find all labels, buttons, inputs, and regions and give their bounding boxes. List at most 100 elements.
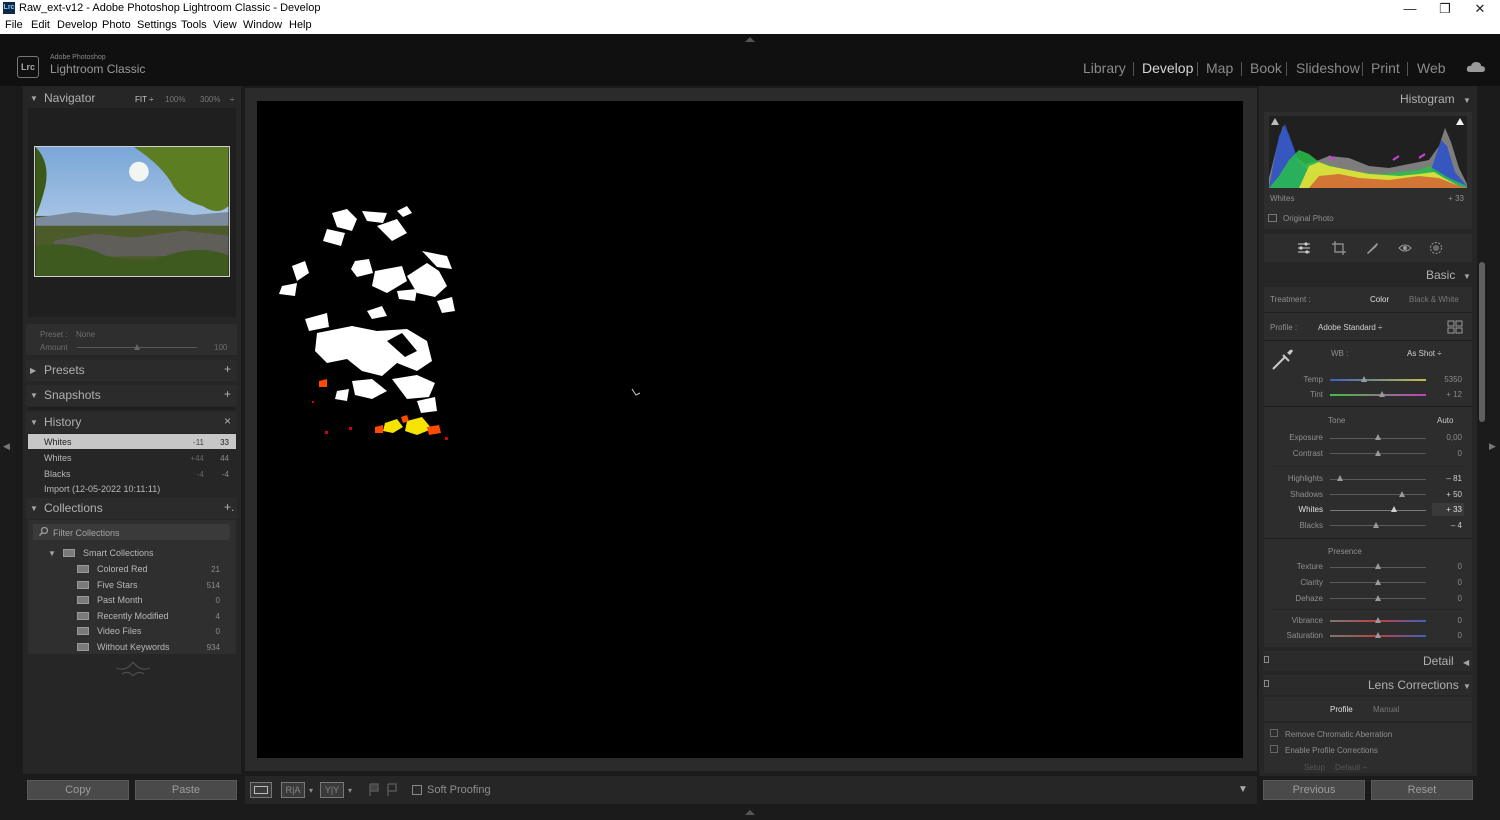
history-row-label[interactable]: Blacks xyxy=(44,469,71,479)
soft-proofing-checkbox[interactable] xyxy=(412,785,422,795)
previous-button[interactable]: Previous xyxy=(1263,780,1365,800)
flag-reject-icon[interactable] xyxy=(386,783,398,797)
flag-pick-icon[interactable] xyxy=(368,783,380,797)
profile-browser-grid-icon[interactable] xyxy=(1447,320,1463,334)
highlights-slider-track[interactable] xyxy=(1330,479,1426,480)
right-panel-scrollbar[interactable] xyxy=(1479,262,1485,422)
snapshots-add-button[interactable]: + xyxy=(224,387,231,401)
menu-window[interactable]: Window xyxy=(243,19,282,31)
module-develop[interactable]: Develop xyxy=(1142,60,1193,76)
setup-dropdown[interactable]: Default ÷ xyxy=(1335,763,1367,772)
menu-file[interactable]: File xyxy=(5,19,23,31)
close-button[interactable]: ✕ xyxy=(1462,0,1498,18)
right-panel-toggle-icon[interactable]: ▶ xyxy=(1489,441,1496,452)
minimize-button[interactable]: — xyxy=(1392,0,1428,18)
module-book[interactable]: Book xyxy=(1250,60,1282,76)
remove-ca-checkbox[interactable] xyxy=(1270,729,1278,737)
clarity-value[interactable]: 0 xyxy=(1428,578,1462,587)
module-print[interactable]: Print xyxy=(1371,60,1400,76)
left-panel-toggle-icon[interactable]: ◀ xyxy=(3,441,10,452)
whites-value[interactable]: + 33 xyxy=(1428,505,1462,514)
profile-corrections-label[interactable]: Enable Profile Corrections xyxy=(1285,746,1378,755)
amount-slider-thumb[interactable] xyxy=(134,344,140,350)
whites-slider-track[interactable] xyxy=(1330,510,1426,511)
copy-button[interactable]: Copy xyxy=(27,780,129,800)
whites-slider-thumb[interactable] xyxy=(1391,506,1398,512)
shadows-value[interactable]: + 50 xyxy=(1428,490,1462,499)
cloud-icon[interactable] xyxy=(1466,61,1486,73)
dehaze-value[interactable]: 0 xyxy=(1428,594,1462,603)
menu-photo[interactable]: Photo xyxy=(102,19,131,31)
vibrance-value[interactable]: 0 xyxy=(1428,616,1462,625)
tint-value[interactable]: + 12 xyxy=(1428,390,1462,399)
zoom-100[interactable]: 100% xyxy=(165,95,185,104)
zoom-more[interactable]: ÷ xyxy=(230,95,234,104)
profile-corrections-checkbox[interactable] xyxy=(1270,745,1278,753)
vibrance-slider-thumb[interactable] xyxy=(1375,617,1381,623)
remove-ca-label[interactable]: Remove Chromatic Aberration xyxy=(1285,730,1392,739)
reset-button[interactable]: Reset xyxy=(1371,780,1473,800)
history-collapse-icon[interactable]: ▼ xyxy=(30,418,38,427)
histogram-graph[interactable] xyxy=(1269,116,1467,188)
original-photo-label[interactable]: Original Photo xyxy=(1283,214,1334,223)
collection-item-label[interactable]: Five Stars xyxy=(97,580,138,590)
masking-icon[interactable] xyxy=(1429,241,1443,255)
module-library[interactable]: Library xyxy=(1083,60,1126,76)
treatment-color-option[interactable]: Color xyxy=(1370,295,1389,304)
paste-button[interactable]: Paste xyxy=(135,780,237,800)
detail-title[interactable]: Detail xyxy=(1423,654,1454,668)
texture-slider-thumb[interactable] xyxy=(1375,563,1381,569)
profile-dropdown[interactable]: Adobe Standard ÷ xyxy=(1318,323,1382,332)
lens-tab-manual[interactable]: Manual xyxy=(1373,705,1399,714)
history-row-label[interactable]: Whites xyxy=(44,453,72,463)
temp-value[interactable]: 5350 xyxy=(1428,375,1462,384)
sliders-icon[interactable] xyxy=(1297,241,1311,255)
presets-expand-icon[interactable]: ▶ xyxy=(30,366,36,375)
detail-expand-icon[interactable]: ◀ xyxy=(1463,658,1469,667)
shadows-slider-track[interactable] xyxy=(1330,494,1426,495)
red-eye-icon[interactable] xyxy=(1398,241,1412,255)
basic-collapse-icon[interactable]: ▼ xyxy=(1463,272,1471,281)
module-web[interactable]: Web xyxy=(1417,60,1446,76)
module-map[interactable]: Map xyxy=(1206,60,1233,76)
contrast-slider-thumb[interactable] xyxy=(1375,450,1381,456)
snapshots-title[interactable]: Snapshots xyxy=(44,388,101,402)
original-photo-checkbox[interactable] xyxy=(1268,214,1277,222)
menu-tools[interactable]: Tools xyxy=(181,19,207,31)
presets-add-button[interactable]: + xyxy=(224,362,231,376)
maximize-button[interactable]: ❐ xyxy=(1427,0,1463,18)
collection-item-label[interactable]: Without Keywords xyxy=(97,642,170,652)
collections-add-button[interactable]: +. xyxy=(224,500,234,514)
loupe-view-icon[interactable] xyxy=(250,782,272,798)
menu-edit[interactable]: Edit xyxy=(31,19,50,31)
wb-dropdown[interactable]: As Shot ÷ xyxy=(1407,349,1442,358)
treatment-bw-option[interactable]: Black & White xyxy=(1409,295,1459,304)
collections-title[interactable]: Collections xyxy=(44,501,103,515)
saturation-value[interactable]: 0 xyxy=(1428,631,1462,640)
lens-collapse-icon[interactable]: ▼ xyxy=(1463,682,1471,691)
menu-view[interactable]: View xyxy=(213,19,237,31)
lens-corrections-title[interactable]: Lens Corrections xyxy=(1368,678,1459,692)
history-row-label[interactable]: Whites xyxy=(44,437,72,447)
collection-item-label[interactable]: Video Files xyxy=(97,626,141,636)
tint-slider-thumb[interactable] xyxy=(1378,391,1385,397)
zoom-300[interactable]: 300% xyxy=(200,95,220,104)
detail-toggle-switch[interactable] xyxy=(1264,656,1269,663)
histogram-collapse-icon[interactable]: ▼ xyxy=(1463,96,1471,105)
collection-item-label[interactable]: Colored Red xyxy=(97,564,148,574)
exposure-slider-thumb[interactable] xyxy=(1375,434,1381,440)
shadow-clipping-indicator[interactable] xyxy=(1271,118,1279,125)
crop-icon[interactable] xyxy=(1332,241,1346,255)
eyedropper-icon[interactable] xyxy=(1270,346,1296,372)
histogram-title[interactable]: Histogram xyxy=(1400,92,1455,106)
auto-tone-button[interactable]: Auto xyxy=(1437,416,1453,425)
history-row-label[interactable]: Import (12-05-2022 10:11:11) xyxy=(44,484,160,494)
basic-title[interactable]: Basic xyxy=(1426,268,1455,282)
highlights-slider-thumb[interactable] xyxy=(1336,475,1343,481)
photo-canvas[interactable] xyxy=(257,101,1243,758)
survey-view-icon[interactable]: Y|Y xyxy=(320,782,344,798)
contrast-value[interactable]: 0 xyxy=(1428,449,1462,458)
snapshots-collapse-icon[interactable]: ▼ xyxy=(30,391,38,400)
menu-develop[interactable]: Develop xyxy=(57,19,97,31)
top-panel-toggle-icon[interactable] xyxy=(745,37,755,42)
